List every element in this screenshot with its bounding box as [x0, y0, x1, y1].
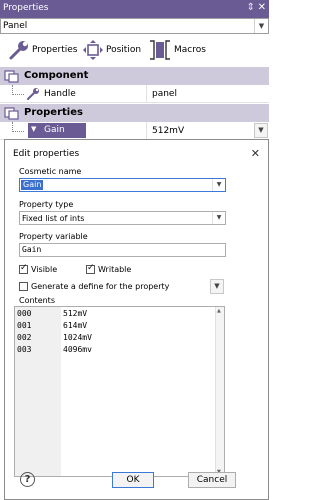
writable-checkbox[interactable]: Writable	[86, 263, 132, 274]
properties-button[interactable]: Properties	[8, 38, 77, 62]
list-item[interactable]: 003 4096mv	[17, 345, 92, 354]
properties-group-icon	[4, 107, 19, 120]
property-name: Gain	[44, 125, 65, 135]
group-component-label: Component	[24, 70, 89, 81]
cancel-button[interactable]: Cancel	[188, 472, 236, 488]
property-variable-input[interactable]: Gain	[19, 243, 226, 257]
property-type-value: Fixed list of ints	[22, 214, 85, 223]
writable-label: Writable	[98, 265, 132, 274]
visible-label: Visible	[31, 265, 58, 274]
checkbox-box[interactable]	[19, 263, 28, 274]
property-type-select[interactable]: Fixed list of ints ▼	[19, 211, 226, 225]
position-button[interactable]: Position	[82, 38, 141, 62]
help-icon[interactable]: ?	[20, 472, 35, 487]
dropdown-indicator-icon: ▼	[31, 125, 37, 133]
macros-button[interactable]: Macros	[148, 38, 206, 62]
property-row-handle[interactable]: Handle panel	[0, 85, 269, 103]
cosmetic-name-combo[interactable]: Gain ▼	[19, 178, 226, 192]
pin-icon[interactable]: ⇕	[247, 2, 255, 13]
tree-connector	[12, 122, 24, 132]
window-title: Properties	[3, 3, 49, 13]
close-icon[interactable]: ✕	[258, 2, 266, 13]
component-icon	[4, 70, 19, 83]
move-arrows-icon	[83, 40, 103, 60]
ok-button[interactable]: OK	[112, 472, 154, 488]
chevron-down-icon[interactable]: ▼	[212, 179, 225, 191]
cosmetic-name-label: Cosmetic name	[19, 167, 82, 176]
list-item[interactable]: 002 1024mV	[17, 333, 92, 342]
contents-editor[interactable]: 000 512mV 001 614mV 002 1024mV 003 4096mv ▲ …	[14, 306, 225, 477]
macros-button-label: Macros	[174, 45, 206, 55]
title-bar: Properties ⇕ ✕	[0, 0, 269, 18]
visible-checkbox[interactable]: Visible	[19, 263, 58, 274]
properties-button-label: Properties	[32, 45, 78, 55]
checkbox-box[interactable]	[19, 282, 28, 291]
property-value[interactable]: panel	[152, 89, 177, 99]
property-name: Handle	[44, 89, 76, 99]
property-value[interactable]: 512mV	[152, 126, 184, 136]
dialog-title: Edit properties	[13, 149, 80, 159]
generate-define-checkbox[interactable]: Generate a define for the property	[19, 282, 169, 291]
chevron-down-icon[interactable]: ▼	[254, 19, 268, 33]
group-properties-label: Properties	[24, 107, 83, 118]
property-type-label: Property type	[19, 200, 74, 209]
group-component[interactable]: Component	[0, 67, 269, 85]
macro-bracket-icon	[150, 40, 170, 60]
object-selector-value: Panel	[3, 21, 28, 31]
close-icon[interactable]: ✕	[251, 147, 260, 160]
checkbox-box[interactable]	[86, 263, 95, 274]
property-variable-label: Property variable	[19, 232, 88, 241]
contents-label: Contents	[19, 296, 55, 305]
chevron-down-icon[interactable]: ▼	[254, 123, 268, 138]
toolbar: Properties Position Macros	[0, 36, 269, 65]
define-options-chevron-icon[interactable]: ▼	[210, 279, 224, 294]
tree-connector	[12, 85, 24, 95]
position-button-label: Position	[106, 45, 142, 55]
wrench-icon	[9, 41, 28, 60]
contents-scrollbar[interactable]: ▲ ▼	[215, 307, 224, 476]
list-item[interactable]: 000 512mV	[17, 309, 87, 318]
selected-property-gain[interactable]: ▼ Gain	[28, 123, 86, 138]
generate-define-label: Generate a define for the property	[31, 282, 170, 291]
list-item[interactable]: 001 614mV	[17, 321, 87, 330]
object-selector[interactable]: Panel ▼	[0, 18, 269, 34]
wrench-icon	[27, 88, 39, 100]
chevron-down-icon[interactable]: ▼	[212, 212, 225, 224]
property-row-gain[interactable]: ▼ Gain 512mV ▼	[0, 122, 269, 140]
scroll-up-icon[interactable]: ▲	[217, 308, 221, 314]
cosmetic-name-value: Gain	[21, 180, 44, 190]
group-properties[interactable]: Properties	[0, 104, 269, 122]
